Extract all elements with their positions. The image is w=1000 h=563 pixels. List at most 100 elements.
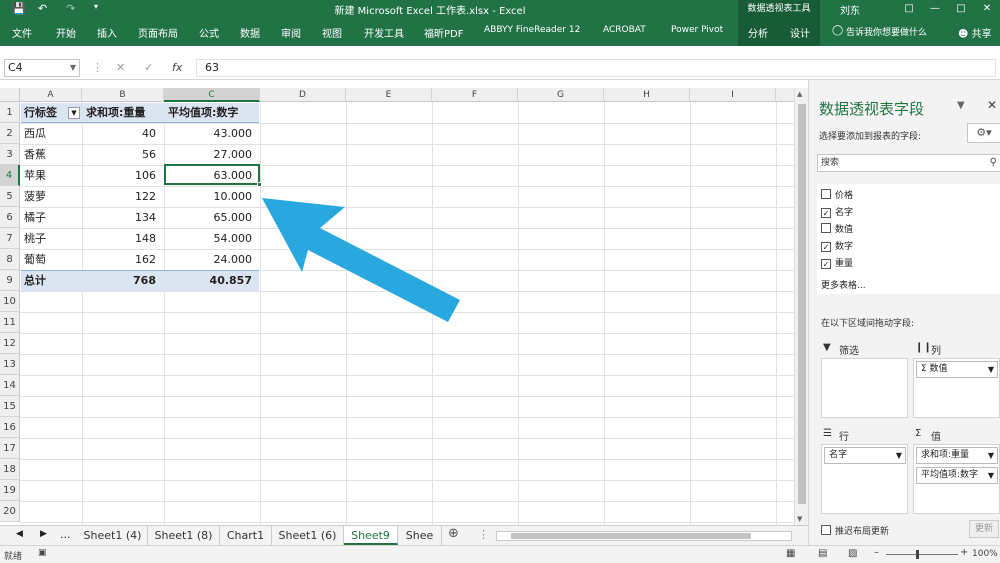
checkbox-unchecked[interactable] bbox=[821, 189, 831, 199]
field-search-input[interactable]: 搜索 ⚲ bbox=[817, 154, 1000, 172]
checkbox-unchecked[interactable] bbox=[821, 525, 831, 535]
pivot-weight-value[interactable]: 106 bbox=[82, 165, 164, 186]
columns-area[interactable]: Σ 数值 ▼ bbox=[913, 358, 1000, 418]
tab-abbyy[interactable]: ABBYY FineReader 12 bbox=[484, 25, 580, 35]
row-header[interactable]: 7 bbox=[0, 228, 20, 249]
pivot-weight-value[interactable]: 40 bbox=[82, 123, 164, 144]
pivot-weight-value[interactable]: 148 bbox=[82, 228, 164, 249]
macro-record-icon[interactable]: ▣ bbox=[38, 548, 47, 558]
close-icon[interactable]: ✕ bbox=[974, 0, 1000, 18]
row-header[interactable]: 13 bbox=[0, 354, 20, 375]
pivot-row-label[interactable]: 桃子 bbox=[20, 228, 82, 249]
pivot-row-label[interactable]: 香蕉 bbox=[20, 144, 82, 165]
cancel-icon[interactable]: ✕ bbox=[116, 61, 125, 74]
rows-area[interactable]: 名字 ▼ bbox=[821, 444, 908, 514]
chevron-down-icon[interactable]: ▼ bbox=[988, 362, 994, 377]
row-header[interactable]: 5 bbox=[0, 186, 20, 207]
columns-field-pill[interactable]: Σ 数值 ▼ bbox=[916, 361, 998, 378]
chevron-down-icon[interactable]: ▼ bbox=[896, 448, 902, 463]
row-header[interactable]: 12 bbox=[0, 333, 20, 354]
vertical-scrollbar[interactable]: ▲ ▼ bbox=[794, 88, 808, 525]
update-button[interactable]: 更新 bbox=[969, 520, 999, 538]
pane-options-icon[interactable]: ▼ bbox=[957, 100, 965, 111]
pivot-sum-weight-header[interactable]: 求和项:重量 bbox=[82, 102, 164, 123]
pivot-weight-value[interactable]: 134 bbox=[82, 207, 164, 228]
user-name[interactable]: 刘东 bbox=[840, 2, 860, 17]
pivot-avg-value[interactable]: 10.000 bbox=[164, 186, 260, 207]
checkbox-checked[interactable]: ✓ bbox=[821, 242, 831, 252]
tab-insert[interactable]: 插入 bbox=[97, 25, 117, 40]
selected-cell-c4[interactable] bbox=[164, 164, 262, 187]
formula-input[interactable]: 63 bbox=[196, 59, 996, 77]
confirm-icon[interactable]: ✓ bbox=[144, 61, 153, 74]
sheet-tab-active[interactable]: Sheet9 bbox=[344, 526, 398, 545]
row-header[interactable]: 3 bbox=[0, 144, 20, 165]
insert-function-icon[interactable]: fx bbox=[172, 61, 182, 74]
checkbox-unchecked[interactable] bbox=[821, 223, 831, 233]
sheet-tab[interactable]: Sheet1 (8) bbox=[148, 526, 220, 545]
filters-area[interactable] bbox=[821, 358, 908, 418]
values-field-pill[interactable]: 求和项:重量 ▼ bbox=[916, 447, 998, 464]
pivot-row-labels-header[interactable]: 行标签 bbox=[20, 102, 70, 123]
field-item-price[interactable]: 价格 bbox=[821, 188, 853, 201]
name-box[interactable]: C4 ▼ bbox=[4, 59, 80, 77]
sheet-tab[interactable]: Chart1 bbox=[220, 526, 272, 545]
ribbon-options-icon[interactable]: □ bbox=[896, 0, 922, 18]
gear-icon[interactable]: ⚙▾ bbox=[967, 123, 1000, 143]
column-header-h[interactable]: H bbox=[604, 88, 690, 102]
scroll-right-icon[interactable]: ▶ bbox=[40, 529, 47, 539]
column-header-f[interactable]: F bbox=[432, 88, 518, 102]
pivot-total-avg[interactable]: 40.857 bbox=[164, 270, 260, 291]
filter-dropdown-icon[interactable]: ▼ bbox=[68, 107, 80, 119]
pivot-row-label[interactable]: 橘子 bbox=[20, 207, 82, 228]
sheet-tab[interactable]: Sheet1 (6) bbox=[272, 526, 344, 545]
pivot-avg-number-header[interactable]: 平均值项:数字 bbox=[164, 102, 260, 123]
field-item-value[interactable]: 数值 bbox=[821, 222, 853, 235]
scroll-down-icon[interactable]: ▼ bbox=[797, 515, 802, 523]
row-header[interactable]: 18 bbox=[0, 459, 20, 480]
row-header[interactable]: 20 bbox=[0, 501, 20, 522]
maximize-icon[interactable]: □ bbox=[948, 0, 974, 18]
pivot-avg-value[interactable]: 43.000 bbox=[164, 123, 260, 144]
scroll-up-icon[interactable]: ▲ bbox=[797, 90, 802, 98]
tab-formulas[interactable]: 公式 bbox=[199, 25, 219, 40]
hscrollbar-thumb[interactable] bbox=[511, 533, 751, 539]
tell-me-search[interactable]: 告诉我你想要做什么 bbox=[846, 25, 927, 38]
sheet-tab[interactable]: Shee bbox=[398, 526, 442, 545]
row-header[interactable]: 6 bbox=[0, 207, 20, 228]
zoom-in-icon[interactable]: + bbox=[960, 547, 968, 558]
pivot-weight-value[interactable]: 122 bbox=[82, 186, 164, 207]
column-header-b[interactable]: B bbox=[82, 88, 164, 102]
scrollbar-thumb[interactable] bbox=[798, 104, 806, 504]
add-sheet-icon[interactable]: ⊕ bbox=[448, 526, 459, 541]
pivot-avg-value[interactable]: 54.000 bbox=[164, 228, 260, 249]
row-header[interactable]: 9 bbox=[0, 270, 20, 291]
pivot-avg-value[interactable]: 24.000 bbox=[164, 249, 260, 270]
field-item-name[interactable]: ✓ 名字 bbox=[821, 205, 853, 218]
row-header[interactable]: 16 bbox=[0, 417, 20, 438]
page-break-view-icon[interactable]: ▧ bbox=[848, 548, 857, 559]
row-header[interactable]: 15 bbox=[0, 396, 20, 417]
tab-developer[interactable]: 开发工具 bbox=[364, 25, 404, 40]
row-header[interactable]: 1 bbox=[0, 102, 20, 123]
column-header-e[interactable]: E bbox=[346, 88, 432, 102]
column-header-i[interactable]: I bbox=[690, 88, 776, 102]
pivot-row-label[interactable]: 葡萄 bbox=[20, 249, 82, 270]
column-header-c[interactable]: C bbox=[164, 88, 260, 102]
fill-handle[interactable] bbox=[257, 182, 262, 187]
tab-foxit-pdf[interactable]: 福昕PDF bbox=[424, 25, 463, 40]
tab-acrobat[interactable]: ACROBAT bbox=[603, 25, 646, 35]
pivot-avg-value[interactable]: 65.000 bbox=[164, 207, 260, 228]
share-button[interactable]: ☻ 共享 bbox=[958, 25, 992, 40]
row-header[interactable]: 14 bbox=[0, 375, 20, 396]
pivot-row-label[interactable]: 菠萝 bbox=[20, 186, 82, 207]
pivot-row-label[interactable]: 西瓜 bbox=[20, 123, 82, 144]
pivot-total-weight[interactable]: 768 bbox=[82, 270, 164, 291]
tab-design[interactable]: 设计 bbox=[790, 25, 810, 40]
tab-power-pivot[interactable]: Power Pivot bbox=[671, 25, 723, 35]
tab-file[interactable]: 文件 bbox=[12, 25, 32, 40]
chevron-down-icon[interactable]: ▼ bbox=[70, 60, 76, 76]
tab-review[interactable]: 审阅 bbox=[281, 25, 301, 40]
chevron-down-icon[interactable]: ▼ bbox=[988, 468, 994, 483]
scroll-left-icon[interactable]: ◀ bbox=[16, 529, 23, 539]
